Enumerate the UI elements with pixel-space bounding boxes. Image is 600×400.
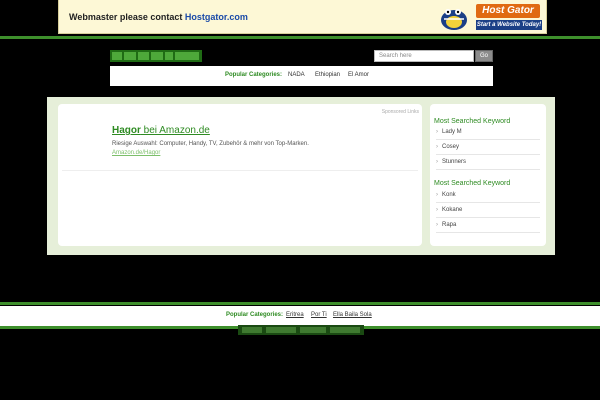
sponsored-label: Sponsored Links	[381, 109, 419, 115]
section-heading: Most Searched Keyword	[434, 118, 511, 125]
ad-url-link[interactable]: Amazon.de/Hagor	[112, 150, 160, 156]
footer-divider	[0, 302, 600, 305]
header-divider	[0, 36, 600, 39]
page: Webmaster please contact Hostgator.com H…	[0, 0, 600, 400]
keyword-link[interactable]: › Rapa	[436, 222, 540, 233]
category-link[interactable]: NADA	[288, 72, 305, 78]
ad-keyword: Hagor	[112, 125, 141, 136]
keyword-label: Stunners	[442, 159, 467, 165]
footer-category-link[interactable]: Por Ti	[311, 312, 327, 318]
keyword-label: Cosey	[442, 144, 460, 150]
bullet-icon: ›	[436, 207, 438, 213]
categories-bar: Popular Categories: NADA Ethiopian El Am…	[110, 66, 493, 86]
gator-mascot-icon	[441, 9, 467, 30]
bullet-icon: ›	[436, 159, 438, 165]
keyword-label: Rapa	[442, 222, 457, 228]
keyword-label: Kokane	[442, 207, 463, 213]
section-heading: Most Searched Keyword	[434, 180, 511, 187]
search-button[interactable]: Go	[475, 50, 493, 62]
ad-description: Riesige Auswahl: Computer, Handy, TV, Zu…	[112, 141, 309, 147]
search-input[interactable]: Search here	[374, 50, 474, 62]
footer-categories-label: Popular Categories:	[226, 312, 284, 318]
footer-logo	[238, 325, 364, 335]
ad-divider	[62, 170, 418, 171]
hostgator-tagline: Start a Website Today!	[476, 20, 542, 30]
site-logo[interactable]	[110, 49, 202, 63]
related-searches-panel: Most Searched Keyword › Lady M › Cosey › St…	[430, 104, 546, 246]
top-bar: Webmaster please contact Hostgator.com H…	[0, 0, 600, 38]
keyword-label: Konk	[442, 192, 456, 198]
ads-panel: Sponsored Links Hagor bei Amazon.de Ries…	[58, 104, 422, 246]
ad-title-rest: bei Amazon.de	[140, 125, 210, 136]
bullet-icon: ›	[436, 222, 438, 228]
keyword-link[interactable]: › Stunners	[436, 159, 540, 170]
bullet-icon: ›	[436, 192, 438, 198]
keyword-link[interactable]: › Konk	[436, 192, 540, 203]
footer-category-link[interactable]: Ella Baila Sola	[333, 312, 372, 318]
footer: Popular Categories: Eritrea Por Ti Ella …	[0, 306, 600, 326]
hostgator-logo-title: Host Gator	[476, 4, 540, 18]
banner-message: Webmaster please contact Hostgator.com	[69, 12, 248, 22]
footer-category-link[interactable]: Eritrea	[286, 312, 304, 318]
category-link[interactable]: El Amor	[348, 72, 369, 78]
bullet-icon: ›	[436, 129, 438, 135]
categories-label: Popular Categories:	[225, 72, 283, 78]
keyword-link[interactable]: › Lady M	[436, 129, 540, 140]
keyword-link[interactable]: › Kokane	[436, 207, 540, 218]
hostgator-link[interactable]: Hostgator.com	[185, 12, 248, 22]
keyword-label: Lady M	[442, 129, 462, 135]
banner-message-text: Webmaster please contact	[69, 12, 185, 22]
hosting-banner[interactable]: Webmaster please contact Hostgator.com H…	[58, 0, 547, 34]
hostgator-logo[interactable]: Host Gator Start a Website Today!	[432, 2, 544, 32]
keyword-link[interactable]: › Cosey	[436, 144, 540, 155]
ad-title-link[interactable]: Hagor bei Amazon.de	[112, 125, 210, 136]
category-link[interactable]: Ethiopian	[315, 72, 340, 78]
bullet-icon: ›	[436, 144, 438, 150]
